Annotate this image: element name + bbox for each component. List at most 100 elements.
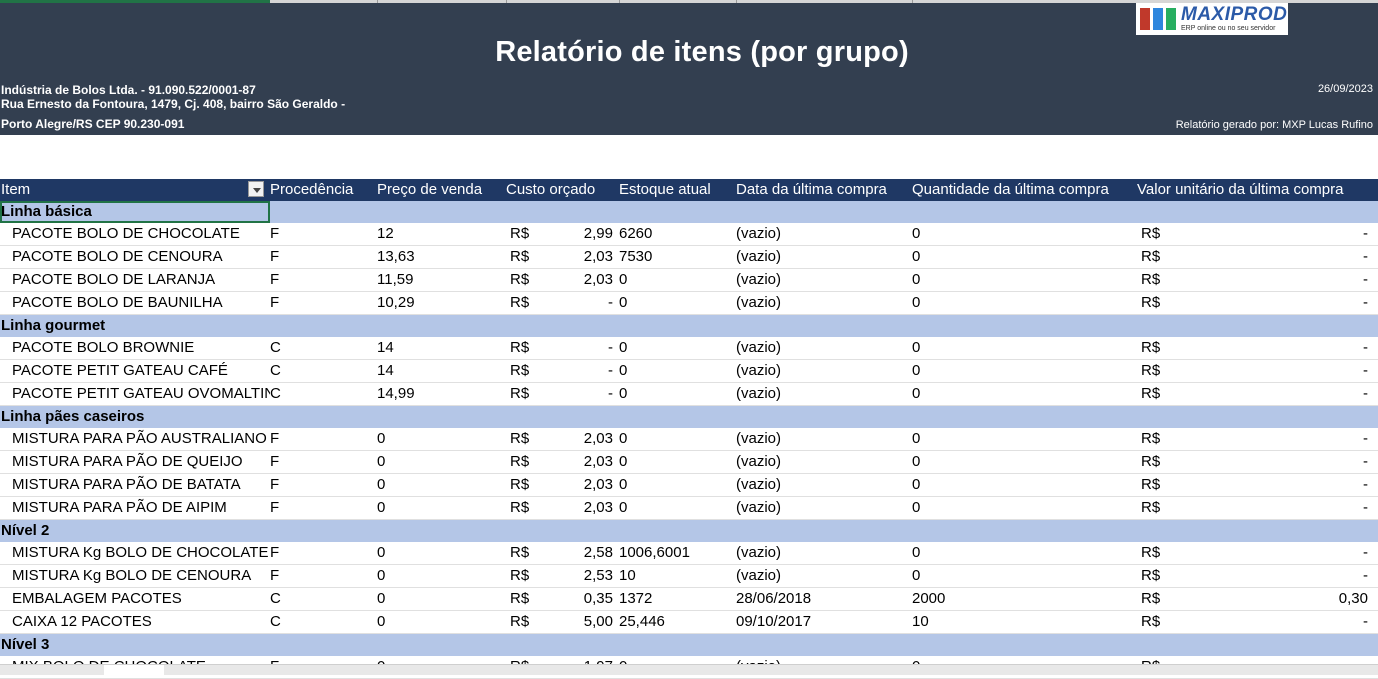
col-header-estoque[interactable]: Estoque atual [619, 179, 736, 201]
quantidade-cell[interactable]: 0 [912, 496, 1137, 520]
procedencia-cell[interactable]: F [270, 245, 377, 269]
valor-cell[interactable]: R$ - [1137, 291, 1378, 315]
custo-cell[interactable]: R$ 2,99 [506, 223, 619, 246]
preco-cell[interactable]: 0 [377, 587, 506, 611]
quantidade-cell[interactable]: 0 [912, 268, 1137, 292]
group-empty-cell[interactable] [912, 314, 1137, 337]
group-name-cell[interactable]: Nível 2 [0, 519, 270, 542]
preco-cell[interactable]: 10,29 [377, 291, 506, 315]
valor-cell[interactable]: R$ - [1137, 564, 1378, 588]
custo-cell[interactable]: R$ 2,03 [506, 268, 619, 292]
procedencia-cell[interactable]: F [270, 268, 377, 292]
item-name-cell[interactable]: PACOTE BOLO DE CHOCOLATE [0, 223, 270, 246]
group-empty-cell[interactable] [912, 633, 1137, 656]
estoque-cell[interactable]: 25,446 [619, 610, 736, 634]
custo-cell[interactable]: R$ 2,58 [506, 542, 619, 565]
preco-cell[interactable]: 0 [377, 473, 506, 497]
group-empty-cell[interactable] [270, 314, 377, 337]
valor-cell[interactable]: R$ - [1137, 496, 1378, 520]
preco-cell[interactable]: 0 [377, 496, 506, 520]
custo-cell[interactable]: R$ - [506, 359, 619, 383]
group-empty-cell[interactable] [1137, 633, 1378, 656]
quantidade-cell[interactable]: 10 [912, 610, 1137, 634]
data-cell[interactable]: (vazio) [736, 268, 912, 292]
group-empty-cell[interactable] [1137, 314, 1378, 337]
item-name-cell[interactable]: MISTURA PARA PÃO AUSTRALIANO [0, 428, 270, 451]
estoque-cell[interactable]: 0 [619, 382, 736, 406]
group-empty-cell[interactable] [912, 519, 1137, 542]
procedencia-cell[interactable]: F [270, 542, 377, 565]
group-name-cell[interactable]: Linha pães caseiros [0, 405, 270, 428]
data-cell[interactable]: 28/06/2018 [736, 587, 912, 611]
valor-cell[interactable]: R$ - [1137, 382, 1378, 406]
quantidade-cell[interactable]: 0 [912, 223, 1137, 246]
group-empty-cell[interactable] [736, 405, 912, 428]
group-empty-cell[interactable] [377, 519, 506, 542]
valor-cell[interactable]: R$ - [1137, 223, 1378, 246]
custo-cell[interactable]: R$ 5,00 [506, 610, 619, 634]
custo-cell[interactable]: R$ 2,03 [506, 473, 619, 497]
group-empty-cell[interactable] [1137, 405, 1378, 428]
group-empty-cell[interactable] [506, 405, 619, 428]
group-empty-cell[interactable] [736, 201, 912, 223]
estoque-cell[interactable]: 6260 [619, 223, 736, 246]
preco-cell[interactable]: 0 [377, 610, 506, 634]
item-name-cell[interactable]: MISTURA Kg BOLO DE CHOCOLATE [0, 542, 270, 565]
group-empty-cell[interactable] [619, 405, 736, 428]
data-cell[interactable]: (vazio) [736, 473, 912, 497]
col-header-custo[interactable]: Custo orçado [506, 179, 619, 201]
preco-cell[interactable]: 0 [377, 428, 506, 451]
group-empty-cell[interactable] [619, 201, 736, 223]
group-empty-cell[interactable] [912, 405, 1137, 428]
preco-cell[interactable]: 0 [377, 542, 506, 565]
custo-cell[interactable]: R$ 2,03 [506, 428, 619, 451]
item-name-cell[interactable]: MISTURA PARA PÃO DE BATATA [0, 473, 270, 497]
col-header-item[interactable]: Item [0, 179, 270, 201]
data-cell[interactable]: 09/10/2017 [736, 610, 912, 634]
data-cell[interactable]: (vazio) [736, 542, 912, 565]
estoque-cell[interactable]: 0 [619, 496, 736, 520]
quantidade-cell[interactable]: 0 [912, 245, 1137, 269]
group-empty-cell[interactable] [270, 405, 377, 428]
estoque-cell[interactable]: 0 [619, 359, 736, 383]
custo-cell[interactable]: R$ 2,03 [506, 245, 619, 269]
procedencia-cell[interactable]: C [270, 587, 377, 611]
quantidade-cell[interactable]: 0 [912, 450, 1137, 474]
group-empty-cell[interactable] [270, 201, 377, 223]
preco-cell[interactable]: 0 [377, 564, 506, 588]
data-cell[interactable]: (vazio) [736, 428, 912, 451]
group-empty-cell[interactable] [736, 314, 912, 337]
col-header-quantidade[interactable]: Quantidade da última compra [912, 179, 1137, 201]
col-header-data[interactable]: Data da última compra [736, 179, 912, 201]
valor-cell[interactable]: R$ - [1137, 473, 1378, 497]
preco-cell[interactable]: 12 [377, 223, 506, 246]
group-name-cell[interactable]: Nível 3 [0, 633, 270, 656]
data-cell[interactable]: (vazio) [736, 223, 912, 246]
data-cell[interactable]: (vazio) [736, 337, 912, 360]
group-name-cell[interactable]: Linha gourmet [0, 314, 270, 337]
group-empty-cell[interactable] [619, 519, 736, 542]
group-empty-cell[interactable] [912, 201, 1137, 223]
preco-cell[interactable]: 13,63 [377, 245, 506, 269]
item-name-cell[interactable]: PACOTE BOLO DE LARANJA [0, 268, 270, 292]
quantidade-cell[interactable]: 0 [912, 542, 1137, 565]
group-name-cell[interactable]: Linha básica [0, 201, 270, 223]
group-empty-cell[interactable] [377, 201, 506, 223]
group-empty-cell[interactable] [377, 314, 506, 337]
group-empty-cell[interactable] [270, 633, 377, 656]
data-cell[interactable]: (vazio) [736, 564, 912, 588]
group-empty-cell[interactable] [506, 519, 619, 542]
group-empty-cell[interactable] [377, 405, 506, 428]
item-name-cell[interactable]: PACOTE BOLO DE BAUNILHA [0, 291, 270, 315]
data-cell[interactable]: (vazio) [736, 382, 912, 406]
procedencia-cell[interactable]: F [270, 564, 377, 588]
item-name-cell[interactable]: CAIXA 12 PACOTES [0, 610, 270, 634]
preco-cell[interactable]: 0 [377, 450, 506, 474]
item-name-cell[interactable]: EMBALAGEM PACOTES [0, 587, 270, 611]
col-header-preco[interactable]: Preço de venda [377, 179, 506, 201]
procedencia-cell[interactable]: F [270, 450, 377, 474]
valor-cell[interactable]: R$ - [1137, 428, 1378, 451]
item-name-cell[interactable]: MISTURA Kg BOLO DE CENOURA [0, 564, 270, 588]
col-header-valor[interactable]: Valor unitário da última compra [1137, 179, 1378, 201]
quantidade-cell[interactable]: 2000 [912, 587, 1137, 611]
